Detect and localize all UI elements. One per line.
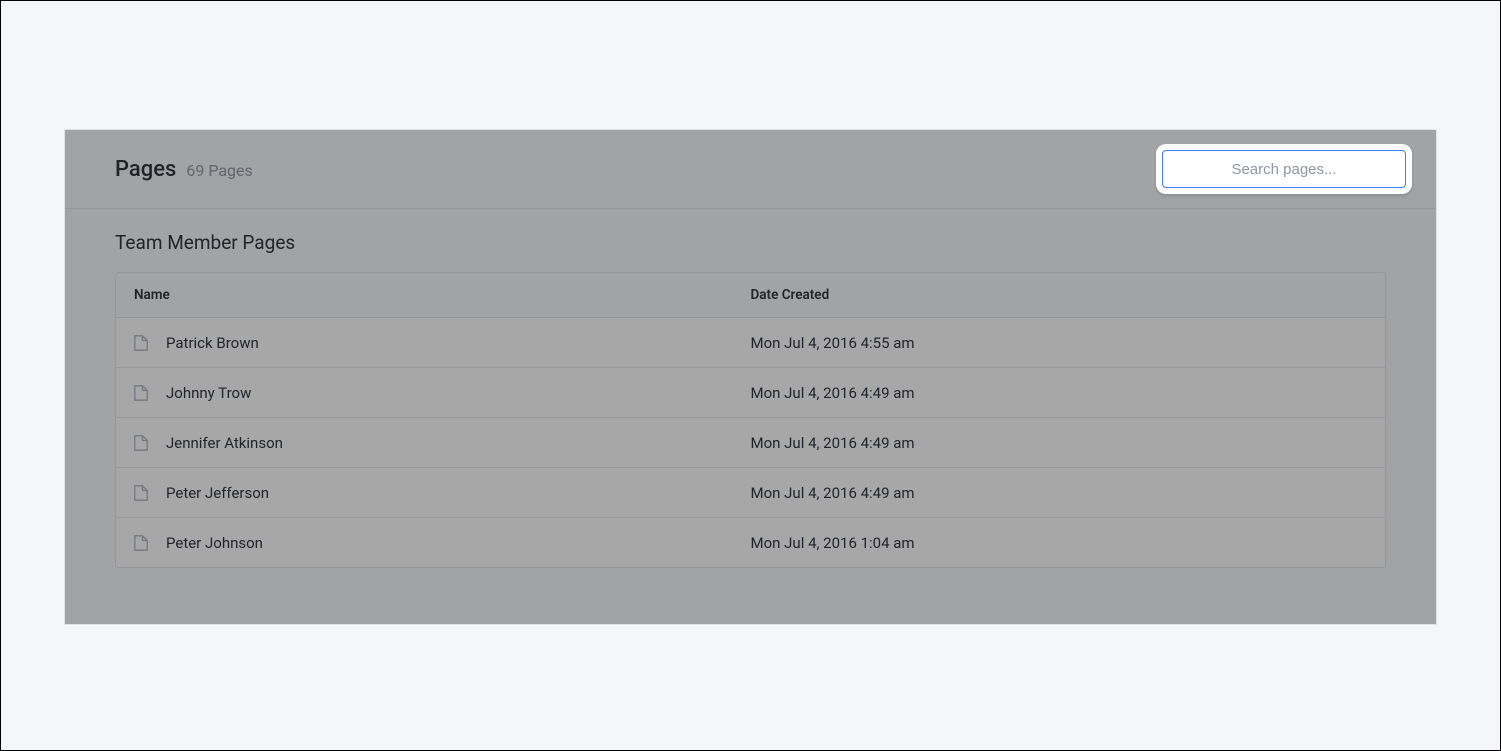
table-row[interactable]: Johnny Trow Mon Jul 4, 2016 4:49 am — [116, 368, 1385, 418]
row-date-label: Mon Jul 4, 2016 4:55 am — [751, 334, 915, 352]
page-count: 69 Pages — [186, 161, 252, 180]
table-row[interactable]: Patrick Brown Mon Jul 4, 2016 4:55 am — [116, 318, 1385, 368]
cell-date: Mon Jul 4, 2016 4:55 am — [751, 334, 1368, 352]
pages-panel: Pages 69 Pages Team Member Pages Name Da… — [64, 129, 1437, 625]
pages-table: Name Date Created Patrick Brown Mon Jul 4… — [115, 272, 1386, 568]
column-header-date: Date Created — [751, 287, 1368, 303]
column-header-name: Name — [134, 287, 751, 303]
cell-name: Jennifer Atkinson — [134, 434, 751, 452]
table-row[interactable]: Peter Johnson Mon Jul 4, 2016 1:04 am — [116, 518, 1385, 567]
panel-header: Pages 69 Pages — [65, 130, 1436, 209]
section-title: Team Member Pages — [115, 231, 1386, 254]
row-name-label: Johnny Trow — [166, 384, 251, 402]
row-name-label: Jennifer Atkinson — [166, 434, 283, 452]
file-icon — [134, 535, 148, 551]
search-highlight — [1156, 144, 1412, 194]
row-date-label: Mon Jul 4, 2016 4:49 am — [751, 484, 915, 502]
row-name-label: Patrick Brown — [166, 334, 259, 352]
cell-date: Mon Jul 4, 2016 1:04 am — [751, 534, 1368, 552]
file-icon — [134, 385, 148, 401]
table-header: Name Date Created — [116, 273, 1385, 318]
search-input[interactable] — [1162, 150, 1406, 188]
row-name-label: Peter Jefferson — [166, 484, 269, 502]
cell-date: Mon Jul 4, 2016 4:49 am — [751, 434, 1368, 452]
table-row[interactable]: Jennifer Atkinson Mon Jul 4, 2016 4:49 am — [116, 418, 1385, 468]
cell-name: Patrick Brown — [134, 334, 751, 352]
file-icon — [134, 335, 148, 351]
row-name-label: Peter Johnson — [166, 534, 263, 552]
file-icon — [134, 485, 148, 501]
cell-name: Johnny Trow — [134, 384, 751, 402]
cell-date: Mon Jul 4, 2016 4:49 am — [751, 484, 1368, 502]
cell-date: Mon Jul 4, 2016 4:49 am — [751, 384, 1368, 402]
file-icon — [134, 435, 148, 451]
table-row[interactable]: Peter Jefferson Mon Jul 4, 2016 4:49 am — [116, 468, 1385, 518]
cell-name: Peter Jefferson — [134, 484, 751, 502]
page-title: Pages — [115, 157, 176, 182]
row-date-label: Mon Jul 4, 2016 4:49 am — [751, 384, 915, 402]
row-date-label: Mon Jul 4, 2016 4:49 am — [751, 434, 915, 452]
cell-name: Peter Johnson — [134, 534, 751, 552]
row-date-label: Mon Jul 4, 2016 1:04 am — [751, 534, 915, 552]
